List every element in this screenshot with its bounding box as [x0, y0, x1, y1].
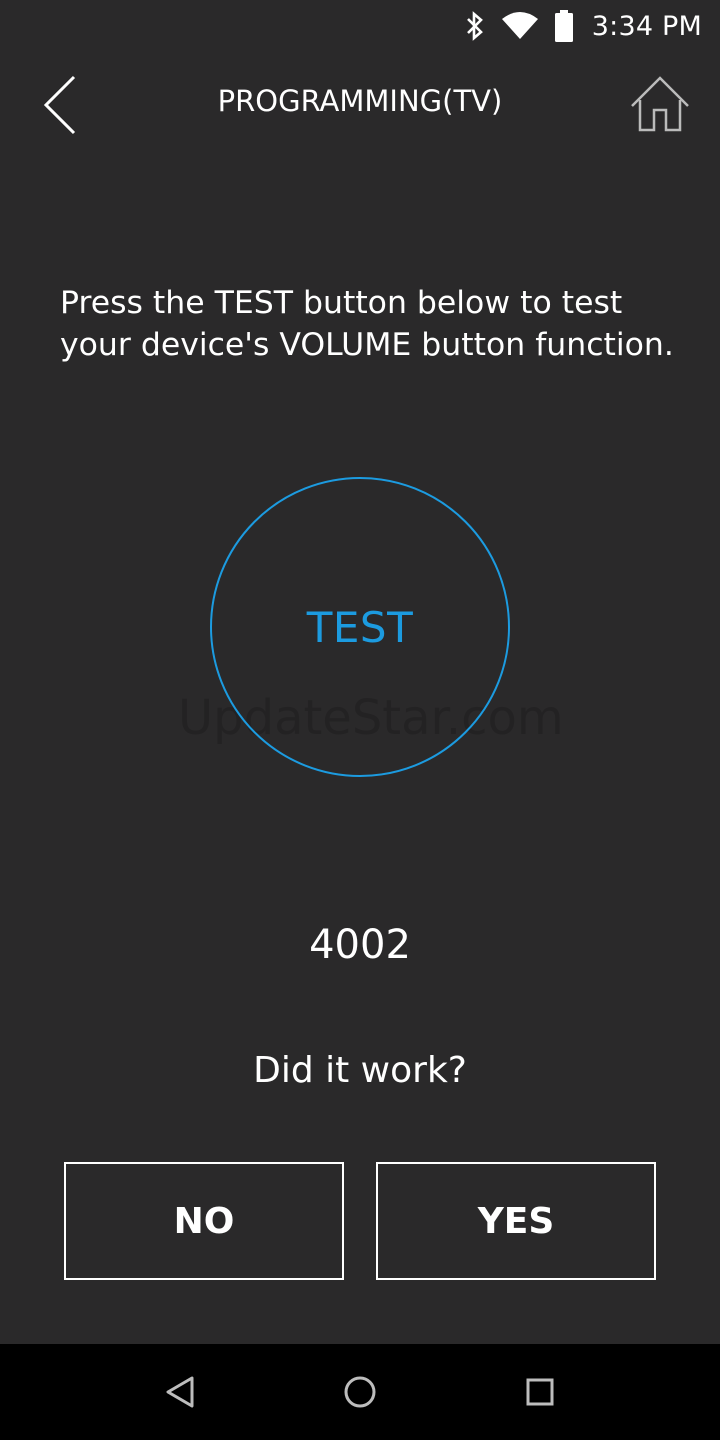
- bluetooth-icon: [466, 11, 483, 41]
- battery-icon: [554, 10, 573, 42]
- status-icons: 3:34 PM: [464, 8, 702, 44]
- test-button-label: TEST: [306, 602, 414, 652]
- header: PROGRAMMING(TV): [0, 52, 720, 162]
- home-icon: [631, 76, 689, 132]
- test-button[interactable]: TEST: [210, 477, 510, 777]
- nav-home-button[interactable]: [340, 1372, 380, 1412]
- nav-home-icon: [344, 1376, 376, 1408]
- no-button[interactable]: NO: [64, 1162, 344, 1280]
- navigation-bar: [0, 1344, 720, 1440]
- yes-button[interactable]: YES: [376, 1162, 656, 1280]
- yes-button-label: YES: [477, 1200, 555, 1242]
- page-title: PROGRAMMING(TV): [217, 84, 503, 118]
- instruction-text: Press the TEST button below to test your…: [60, 285, 674, 363]
- code-value: 4002: [309, 922, 411, 968]
- nav-recents-button[interactable]: [520, 1372, 560, 1412]
- status-time: 3:34 PM: [591, 10, 702, 42]
- wifi-icon: [501, 12, 538, 39]
- nav-back-button[interactable]: [160, 1372, 200, 1412]
- nav-back-icon: [166, 1376, 194, 1408]
- no-button-label: NO: [173, 1200, 235, 1242]
- status-bar: 3:34 PM: [0, 0, 720, 52]
- nav-recents-icon: [526, 1378, 554, 1406]
- home-button[interactable]: [628, 74, 692, 136]
- question-text: Did it work?: [253, 1050, 467, 1091]
- programming-screen: 3:34 PM PROGRAMMING(TV) Press the TEST b…: [0, 0, 720, 1440]
